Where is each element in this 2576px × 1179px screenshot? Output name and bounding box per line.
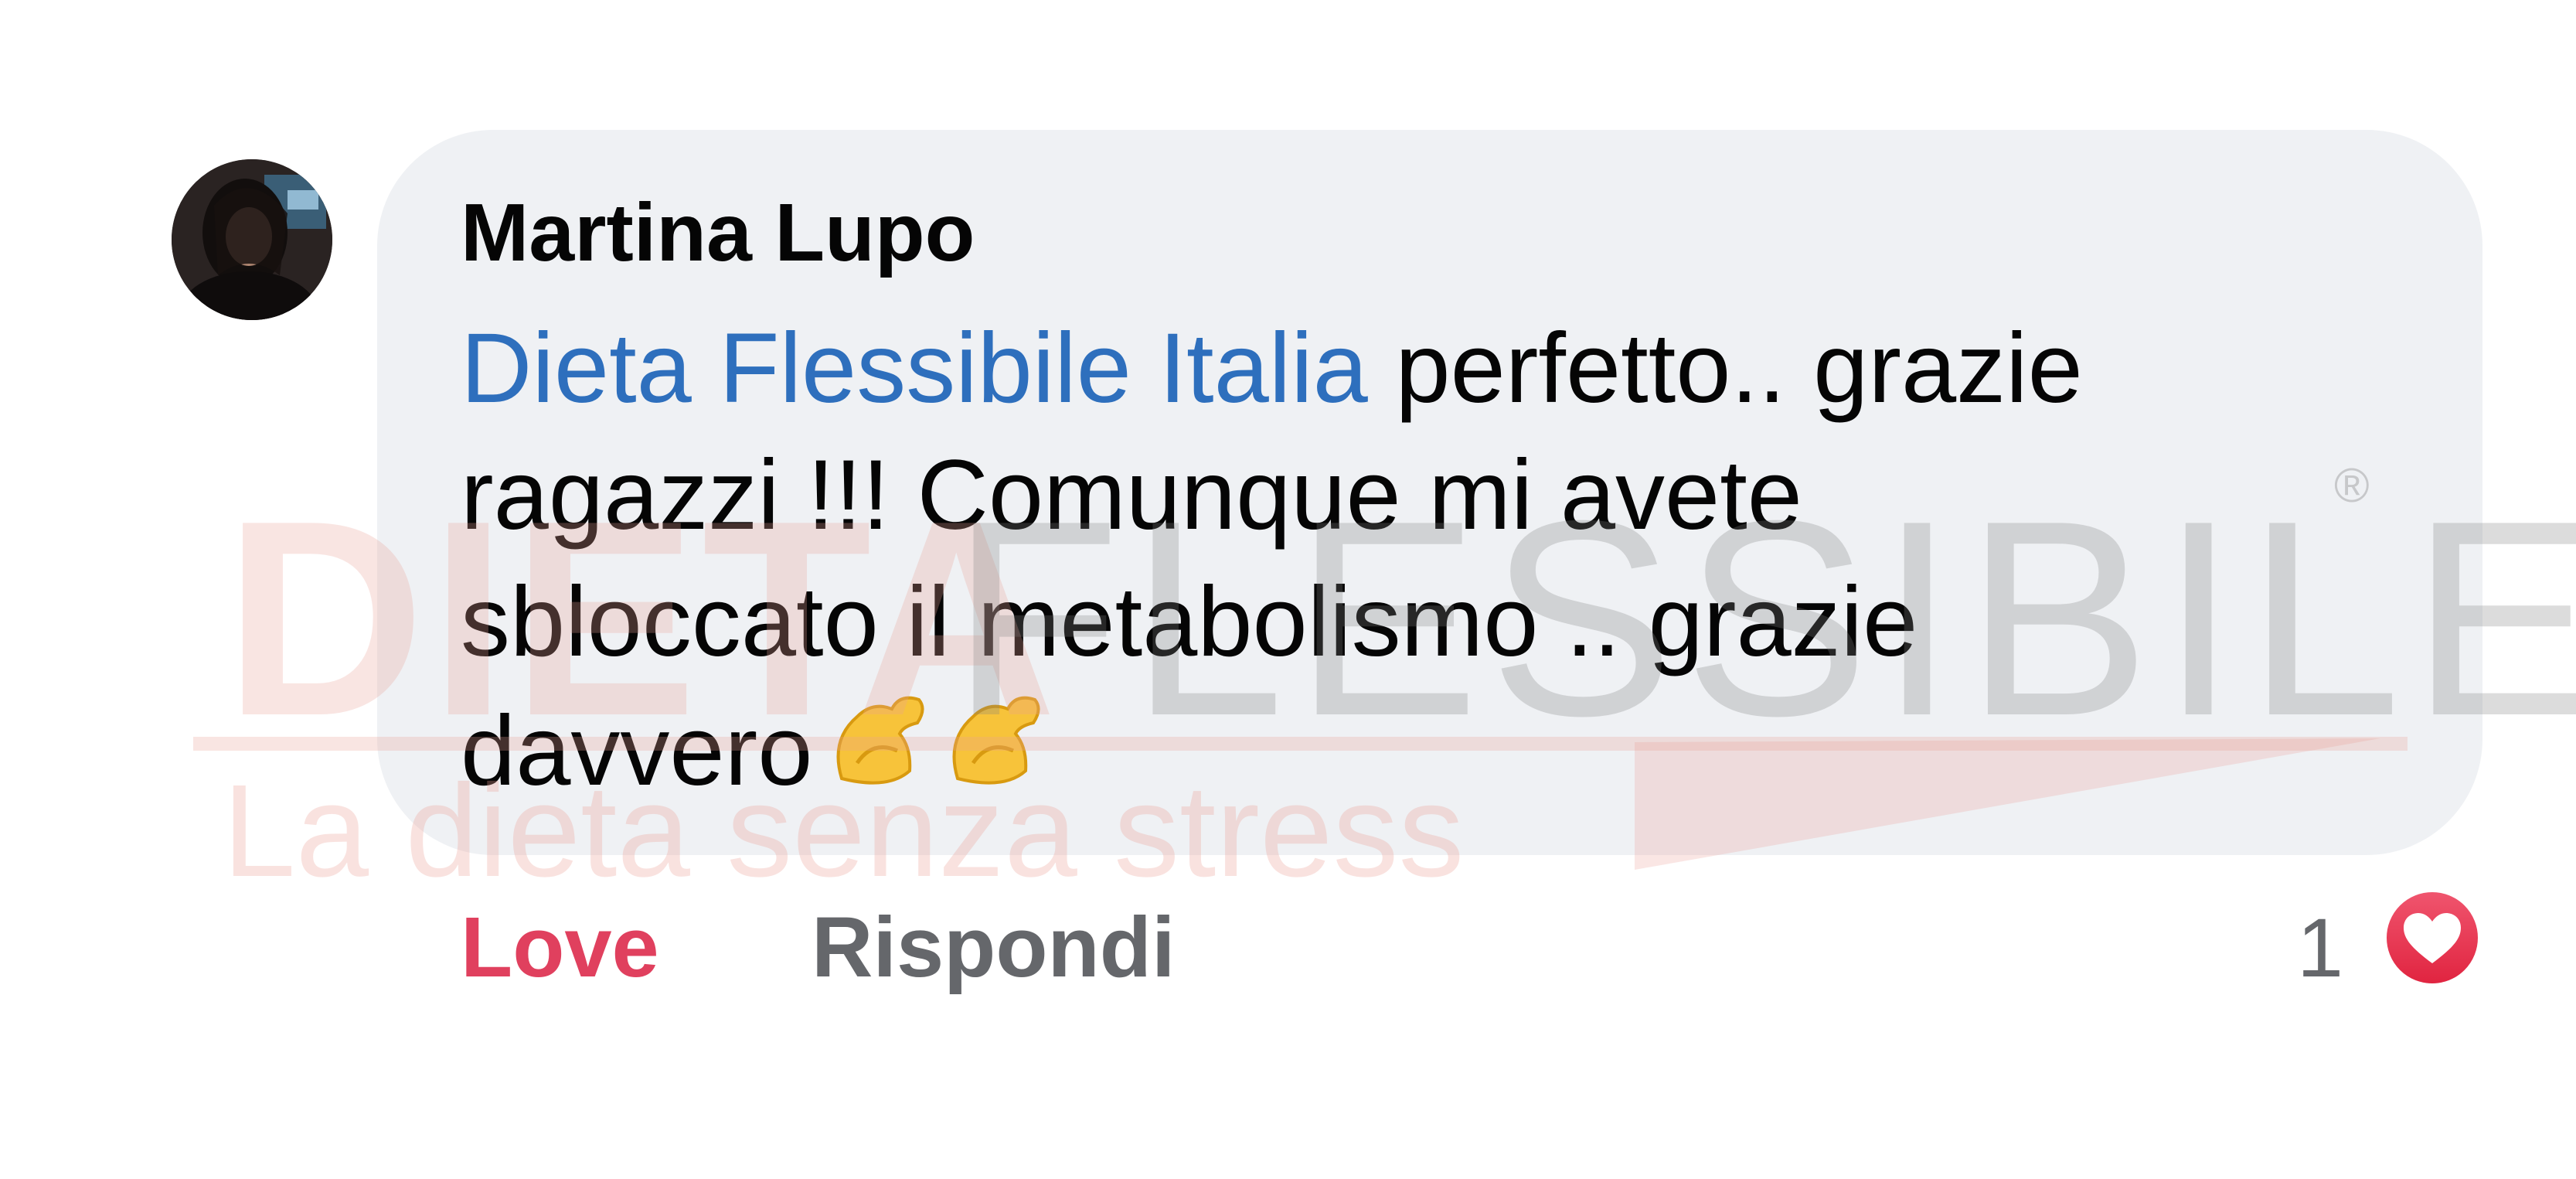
- comment-line-4-text: davvero: [461, 696, 813, 806]
- comment-line-3: sbloccato il metabolismo .. grazie: [461, 567, 1918, 677]
- comment-line-1-text: perfetto.. grazie: [1367, 313, 2083, 424]
- comment-line-2: ragazzi !!! Comunque mi avete: [461, 440, 1802, 550]
- comment-line-4: davvero: [461, 686, 2393, 824]
- reply-button[interactable]: Rispondi: [812, 901, 1176, 994]
- profile-photo-icon: [172, 159, 332, 320]
- comment-author[interactable]: Martina Lupo: [461, 184, 975, 282]
- love-reaction-button[interactable]: Love: [461, 901, 659, 994]
- avatar[interactable]: [172, 159, 332, 320]
- comment-text: Dieta Flessibile Italia perfetto.. grazi…: [461, 305, 2393, 824]
- heart-reaction-icon[interactable]: [2380, 886, 2484, 990]
- flexed-biceps-icon: [826, 686, 1050, 824]
- mention-link[interactable]: Dieta Flessibile Italia: [461, 313, 1368, 424]
- comment-line-1: Dieta Flessibile Italia perfetto.. grazi…: [461, 305, 2393, 432]
- reaction-count[interactable]: 1: [2297, 901, 2343, 994]
